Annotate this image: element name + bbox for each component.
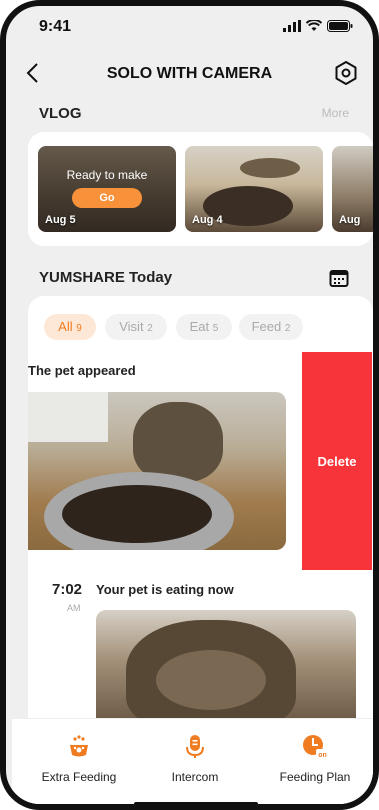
vlog-ready-text: Ready to make — [66, 168, 148, 182]
event-ampm: AM — [67, 603, 81, 613]
filter-chip-feed[interactable]: Feed 2 — [239, 314, 303, 340]
filter-chip-eat[interactable]: Eat 5 — [176, 314, 232, 340]
home-indicator — [134, 802, 258, 804]
today-title: YUMSHARE Today — [39, 269, 173, 286]
filter-count: 9 — [76, 323, 82, 334]
vlog-date: Aug 5 — [45, 214, 76, 226]
feeding-plan-button[interactable]: on Feeding Plan — [260, 733, 370, 784]
event-time: 7:02 — [52, 581, 83, 598]
microphone-icon — [186, 735, 204, 758]
filter-chip-visit[interactable]: Visit 2 — [105, 314, 167, 340]
settings-icon[interactable] — [333, 60, 359, 86]
vlog-thumbnail[interactable]: Ready to make Go Aug 5 — [38, 146, 176, 232]
vlog-thumbnail[interactable]: Aug 4 — [185, 146, 323, 232]
vlog-thumbnail[interactable]: Aug — [332, 146, 373, 232]
bottom-bar: Extra Feeding Intercom on Feeding Plan — [12, 718, 373, 804]
vlog-go-button[interactable]: Go — [72, 188, 142, 208]
event-photo[interactable] — [28, 392, 286, 550]
vlog-more-link[interactable]: More — [322, 106, 349, 120]
filter-label: Feed — [251, 319, 282, 334]
vlog-date: Aug 4 — [192, 214, 223, 226]
filter-label: Eat — [189, 319, 210, 334]
filter-chip-all[interactable]: All 9 — [44, 314, 96, 340]
status-time: 9:41 — [39, 18, 72, 35]
event-title: The pet appeared — [28, 363, 136, 378]
filter-count: 5 — [212, 323, 219, 334]
extra-feeding-label: Extra Feeding — [41, 770, 117, 784]
feeding-plan-icon: on — [303, 735, 329, 759]
intercom-button[interactable]: Intercom — [140, 733, 250, 784]
wifi-icon — [306, 20, 322, 31]
filter-count: 2 — [147, 323, 153, 334]
vlog-date: Aug — [339, 214, 361, 226]
header: SOLO WITH CAMERA — [6, 54, 373, 94]
status-icons — [283, 20, 353, 32]
vlog-card: Ready to make Go Aug 5 Aug 4 Aug — [28, 132, 373, 246]
event-photo[interactable] — [96, 610, 356, 720]
extra-feeding-icon — [70, 735, 88, 757]
delete-button[interactable]: Delete — [302, 352, 372, 570]
status-bar: 9:41 — [6, 6, 373, 44]
filter-label: All — [58, 319, 73, 334]
calendar-icon[interactable] — [329, 268, 349, 288]
feeding-plan-label: Feeding Plan — [279, 770, 351, 784]
event-title: Your pet is eating now — [96, 582, 234, 597]
phone-frame: 9:41 SOLO WITH CAMERA VLOG More Ready to… — [0, 0, 379, 810]
intercom-label: Intercom — [171, 770, 219, 784]
svg-text:on: on — [318, 752, 327, 759]
signal-icon — [283, 20, 301, 32]
filter-count: 2 — [284, 323, 291, 334]
battery-icon — [327, 20, 353, 32]
vlog-title: VLOG — [39, 105, 82, 122]
extra-feeding-button[interactable]: Extra Feeding — [24, 733, 134, 784]
page-title: SOLO WITH CAMERA — [106, 65, 273, 82]
filter-label: Visit — [119, 319, 144, 334]
